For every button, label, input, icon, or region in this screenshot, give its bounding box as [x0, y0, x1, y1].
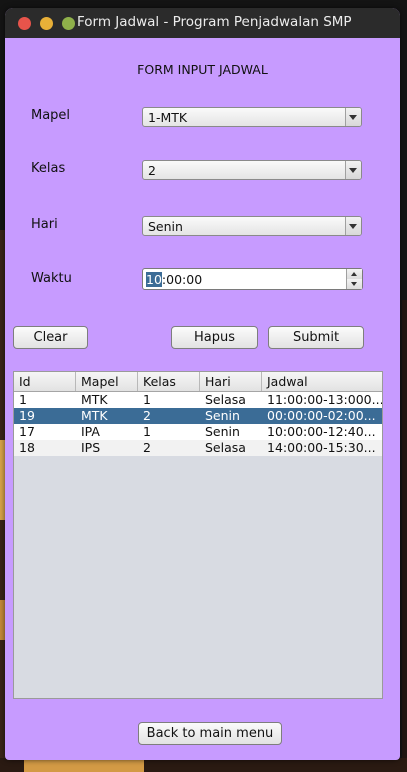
cell-id: 19: [19, 408, 35, 423]
cell-hari: Selasa: [205, 440, 246, 455]
mapel-selected-value: 1-MTK: [148, 110, 188, 125]
chevron-down-icon[interactable]: [345, 108, 361, 126]
cell-jadwal: 11:00:00-13:000...: [267, 392, 382, 407]
cell-kelas: 1: [143, 424, 151, 439]
cell-hari: Senin: [205, 408, 240, 423]
cell-kelas: 1: [143, 392, 151, 407]
waktu-rest-text: :00:00: [161, 272, 203, 287]
submit-button[interactable]: Submit: [268, 326, 364, 349]
table-header: Id Mapel Kelas Hari Jadwal: [14, 372, 382, 392]
cell-hari: Selasa: [205, 392, 246, 407]
clear-button[interactable]: Clear: [13, 326, 88, 349]
cell-jadwal: 10:00:00-12:40...: [267, 424, 376, 439]
cell-kelas: 2: [143, 408, 151, 423]
chevron-down-icon[interactable]: [345, 161, 361, 179]
cell-jadwal: 00:00:00-02:00...: [267, 408, 376, 423]
app-window: Form Jadwal - Program Penjadwalan SMP FO…: [5, 8, 400, 760]
cell-mapel: IPA: [81, 424, 100, 439]
close-window-button[interactable]: [18, 17, 31, 30]
jadwal-table[interactable]: Id Mapel Kelas Hari Jadwal 1 MTK 1 Selas…: [13, 371, 383, 699]
cell-hari: Senin: [205, 424, 240, 439]
cell-id: 1: [19, 392, 27, 407]
table-row-selected[interactable]: 19 MTK 2 Senin 00:00:00-02:00...: [14, 408, 382, 424]
minimize-window-button[interactable]: [40, 17, 53, 30]
table-row[interactable]: 17 IPA 1 Senin 10:00:00-12:40...: [14, 424, 382, 440]
maximize-window-button[interactable]: [62, 17, 75, 30]
waktu-time-spinner[interactable]: 10:00:00: [142, 268, 363, 290]
column-header-id[interactable]: Id: [14, 372, 76, 391]
column-header-kelas[interactable]: Kelas: [138, 372, 200, 391]
column-header-jadwal[interactable]: Jadwal: [262, 372, 382, 391]
table-row[interactable]: 18 IPS 2 Selasa 14:00:00-15:30...: [14, 440, 382, 456]
waktu-input[interactable]: 10:00:00: [146, 272, 202, 287]
back-to-main-menu-button[interactable]: Back to main menu: [138, 722, 282, 745]
cell-mapel: MTK: [81, 392, 108, 407]
mapel-label: Mapel: [31, 108, 71, 123]
spinner-buttons: [346, 269, 362, 289]
kelas-label: Kelas: [31, 161, 66, 176]
kelas-dropdown[interactable]: 2: [142, 160, 362, 180]
cell-kelas: 2: [143, 440, 151, 455]
cell-mapel: IPS: [81, 440, 101, 455]
form-heading: FORM INPUT JADWAL: [137, 62, 268, 77]
cell-mapel: MTK: [81, 408, 108, 423]
cell-id: 17: [19, 424, 35, 439]
hari-dropdown[interactable]: Senin: [142, 216, 362, 236]
waktu-selected-text: 10: [146, 272, 162, 287]
waktu-label: Waktu: [31, 271, 72, 286]
hari-label: Hari: [31, 217, 58, 232]
mapel-dropdown[interactable]: 1-MTK: [142, 107, 362, 127]
kelas-selected-value: 2: [148, 163, 156, 178]
cell-id: 18: [19, 440, 35, 455]
table-row[interactable]: 1 MTK 1 Selasa 11:00:00-13:000...: [14, 392, 382, 408]
desktop-background: [402, 300, 407, 772]
column-header-mapel[interactable]: Mapel: [76, 372, 138, 391]
cell-jadwal: 14:00:00-15:30...: [267, 440, 376, 455]
title-bar[interactable]: Form Jadwal - Program Penjadwalan SMP: [5, 8, 400, 38]
desktop-background: [24, 760, 144, 772]
column-header-hari[interactable]: Hari: [200, 372, 262, 391]
decrement-arrow-icon[interactable]: [347, 279, 362, 289]
window-title: Form Jadwal - Program Penjadwalan SMP: [77, 14, 352, 30]
hapus-button[interactable]: Hapus: [171, 326, 258, 349]
hari-selected-value: Senin: [148, 219, 183, 234]
chevron-down-icon[interactable]: [345, 217, 361, 235]
